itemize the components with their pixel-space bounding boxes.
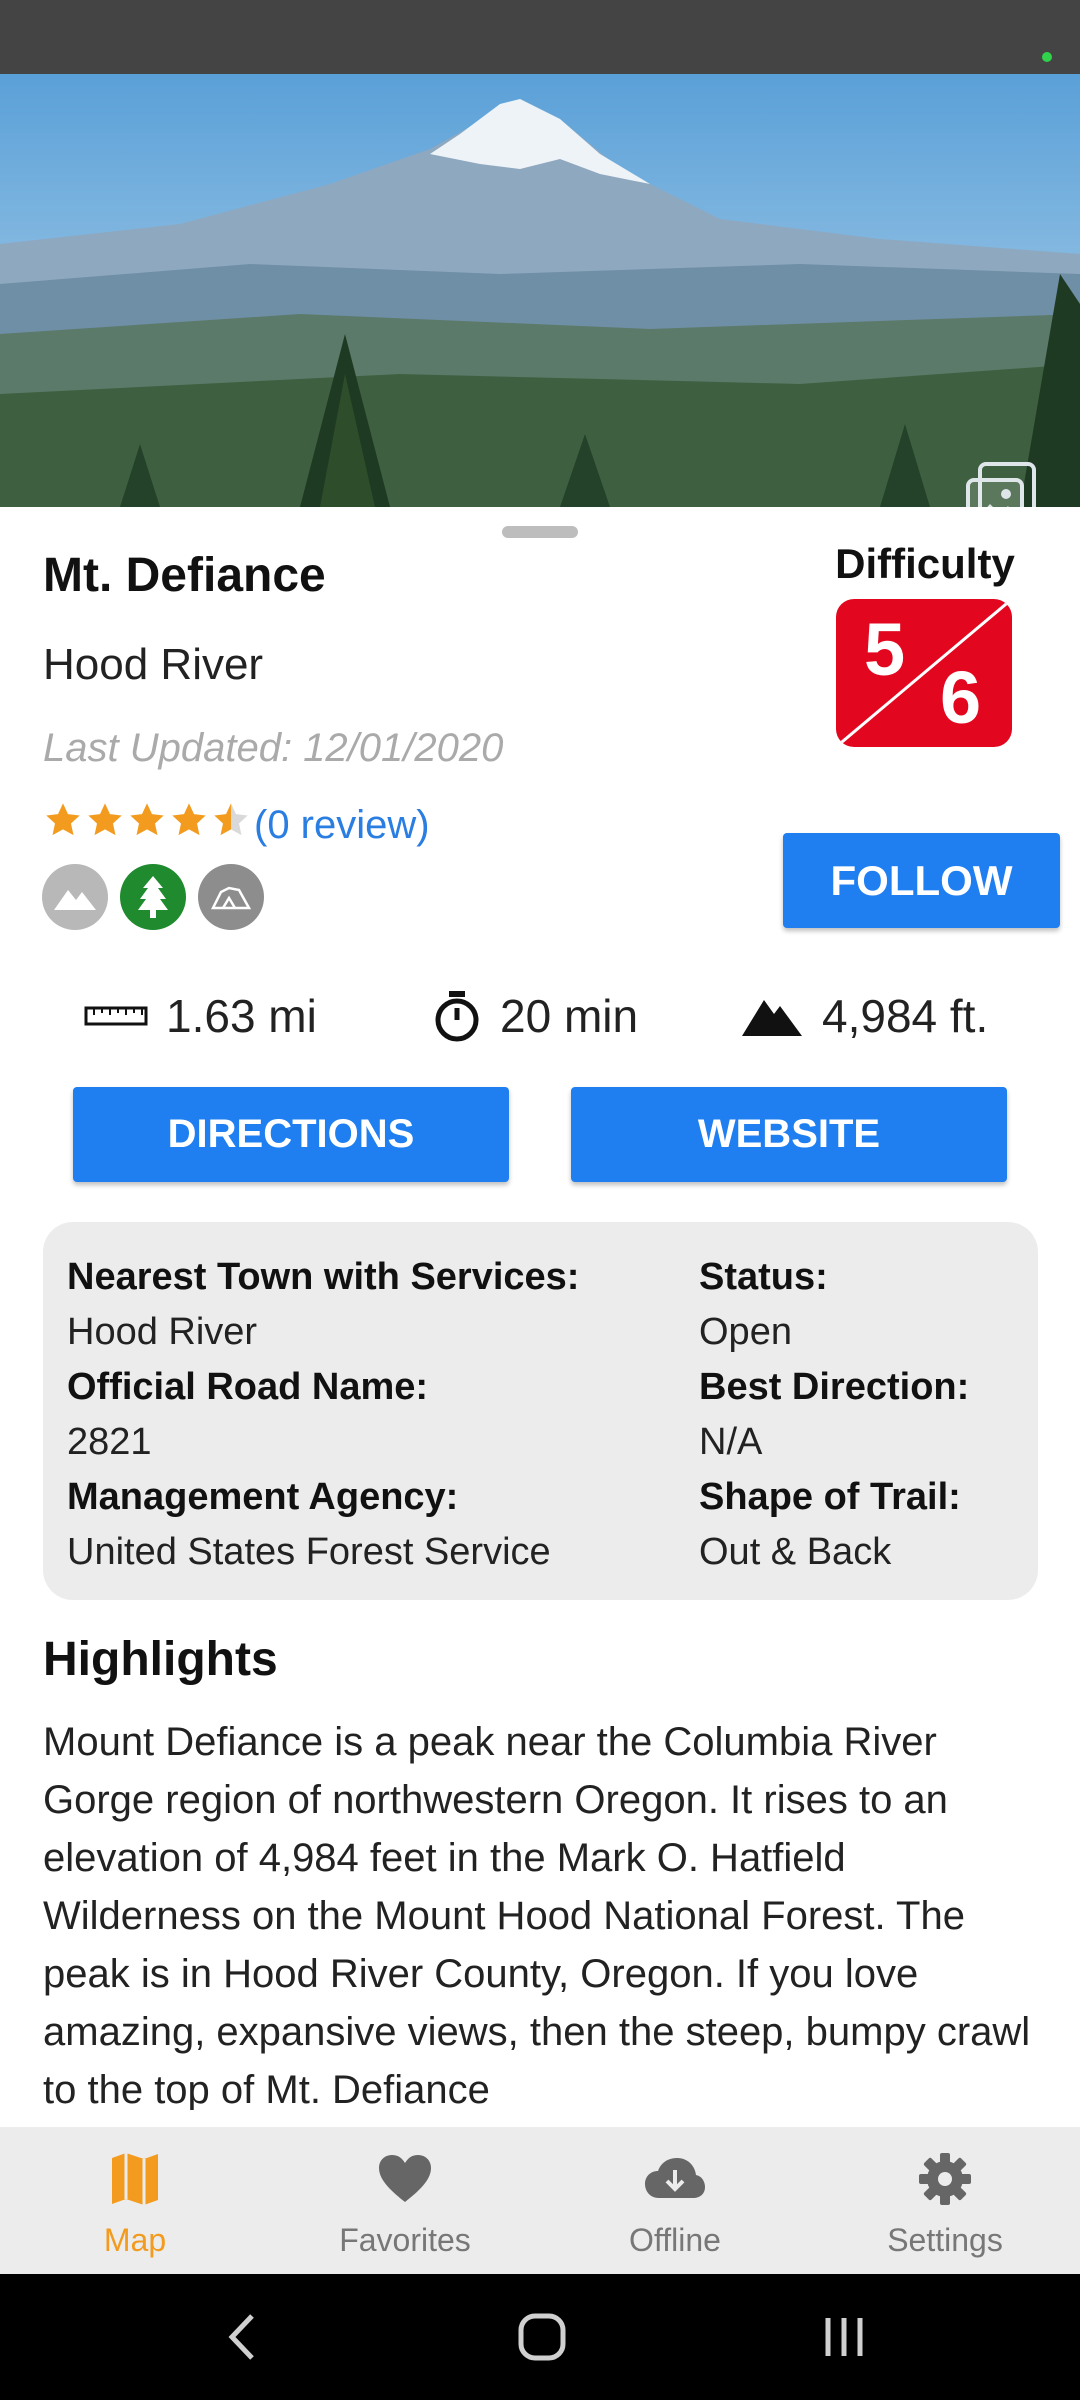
status-bar: [0, 0, 1080, 74]
status-label: Status:: [699, 1256, 828, 1298]
trail-title: Mt. Defiance: [43, 549, 326, 602]
difficulty-label: Difficulty: [835, 540, 1015, 587]
road-name-label: Official Road Name:: [67, 1366, 429, 1408]
rock-icon: [198, 864, 264, 930]
heart-icon: [379, 2155, 431, 2202]
privacy-indicator-dot: [1042, 52, 1052, 62]
map-icon: [112, 2153, 158, 2205]
best-direction-label: Best Direction:: [699, 1366, 970, 1408]
home-icon[interactable]: [518, 2310, 566, 2364]
road-name-value: 2821: [67, 1421, 152, 1463]
nearest-town-label: Nearest Town with Services:: [67, 1256, 580, 1298]
star-icon: [88, 803, 122, 836]
best-direction-value: N/A: [699, 1421, 763, 1463]
bottom-sheet-handle[interactable]: [502, 526, 578, 538]
time-stat: 20 min: [432, 986, 638, 1046]
trail-photo[interactable]: [0, 74, 1080, 507]
stopwatch-icon: [435, 991, 479, 1042]
system-navigation-bar: [0, 2274, 1080, 2400]
website-button[interactable]: WEBSITE: [571, 1087, 1007, 1182]
photo-gallery-icon[interactable]: [962, 460, 1040, 507]
highlights-text: Mount Defiance is a peak near the Columb…: [43, 1720, 1031, 2110]
trail-region: Hood River: [43, 640, 264, 689]
time-value: 20 min: [500, 990, 639, 1042]
tab-offline[interactable]: Offline: [540, 2127, 810, 2274]
distance-value: 1.63 mi: [166, 990, 317, 1042]
mountain-elevation-icon: [742, 1000, 802, 1036]
trail-shape-label: Shape of Trail:: [699, 1476, 961, 1518]
reviews-link[interactable]: (0 review): [254, 803, 430, 848]
directions-button[interactable]: DIRECTIONS: [73, 1087, 509, 1182]
star-icon: [130, 803, 164, 836]
distance-stat: 1.63 mi: [84, 986, 317, 1046]
tab-favorites[interactable]: Favorites: [270, 2127, 540, 2274]
elevation-value: 4,984 ft.: [822, 990, 989, 1042]
bottom-tab-bar: Map Favorites Offline Settings: [0, 2127, 1080, 2274]
tab-map-label: Map: [103, 2222, 167, 2258]
half-star-icon: [214, 803, 248, 836]
tab-map[interactable]: Map: [0, 2127, 270, 2274]
mountain-icon: [42, 864, 108, 930]
recent-apps-icon[interactable]: [822, 2310, 866, 2364]
elevation-stat: 4,984 ft.: [740, 986, 988, 1046]
star-icon: [46, 803, 80, 836]
tab-settings-label: Settings: [887, 2222, 1003, 2258]
details-right-column: Status: Open Best Direction: N/A Shape o…: [699, 1250, 969, 1580]
status-value: Open: [699, 1311, 792, 1353]
difficulty-value: 5: [864, 608, 906, 691]
highlights-heading: Highlights: [43, 1633, 278, 1686]
star-icon: [172, 803, 206, 836]
tab-favorites-label: Favorites: [339, 2222, 471, 2258]
difficulty-max: 6: [940, 656, 982, 739]
back-icon[interactable]: [222, 2310, 262, 2364]
agency-value: United States Forest Service: [67, 1531, 551, 1573]
details-left-column: Nearest Town with Services: Hood River O…: [67, 1250, 579, 1580]
trail-shape-value: Out & Back: [699, 1531, 892, 1573]
difficulty-badge: 5 6: [836, 599, 1012, 747]
trail-details-card: Nearest Town with Services: Hood River O…: [43, 1222, 1038, 1600]
last-updated: Last Updated: 12/01/2020: [43, 726, 504, 770]
follow-button[interactable]: FOLLOW: [783, 833, 1060, 928]
gear-icon: [919, 2153, 971, 2205]
cloud-download-icon: [645, 2158, 705, 2198]
forest-icon: [120, 864, 186, 930]
trail-type-icons: [42, 864, 264, 930]
ruler-icon: [84, 1006, 148, 1026]
tab-offline-label: Offline: [629, 2222, 721, 2258]
tab-settings[interactable]: Settings: [810, 2127, 1080, 2274]
nearest-town-value: Hood River: [67, 1311, 258, 1353]
agency-label: Management Agency:: [67, 1476, 459, 1518]
rating-stars: [43, 798, 253, 842]
